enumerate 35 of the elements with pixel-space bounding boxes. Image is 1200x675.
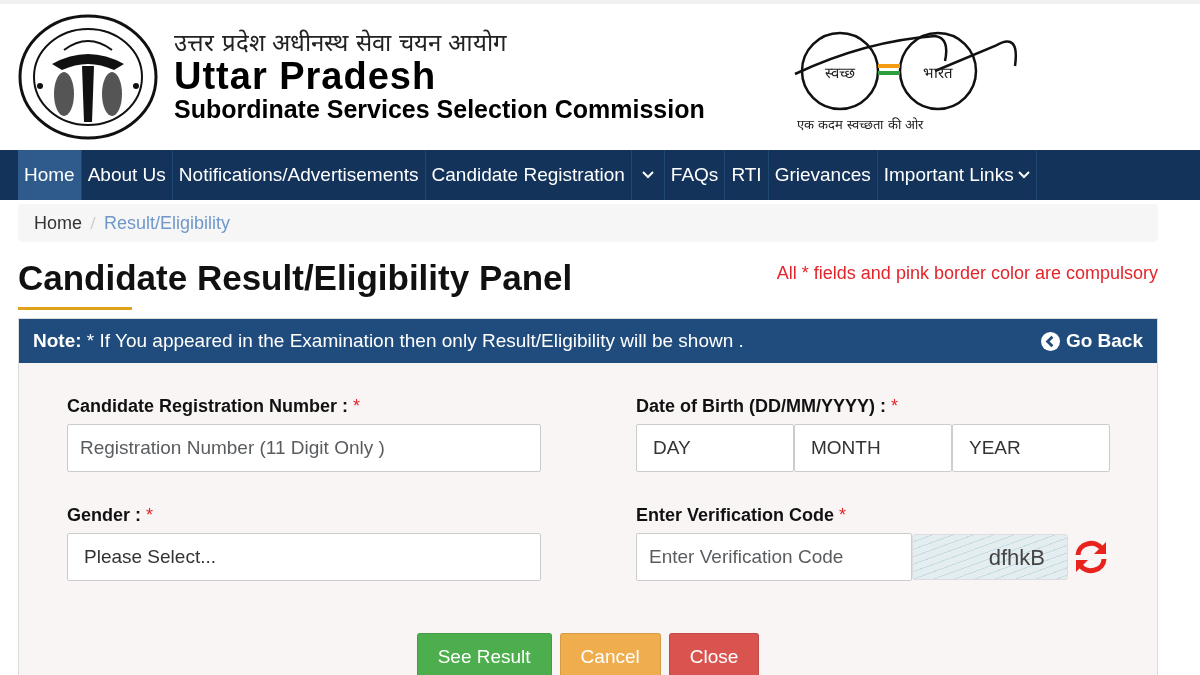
logo-tagline: एक कदम स्वच्छता की ओर [796, 117, 923, 132]
logo-word: भारत [922, 64, 953, 82]
nav-link[interactable]: About Us [81, 150, 173, 200]
field-label: Candidate Registration Number : * [67, 395, 362, 418]
captcha-image: dfhkB [912, 534, 1068, 580]
required-note: All * fields and pink border color are compulsory [776, 262, 1158, 285]
page-title: Candidate Result/Eligibility Panel [18, 260, 573, 295]
nav-link[interactable]: Home [18, 150, 82, 200]
logo-word: स्वच्छ [824, 64, 855, 82]
input-field[interactable]: Registration Number (11 Digit Only ) [67, 424, 541, 472]
nav-link[interactable]: Candidate Registration [425, 150, 632, 200]
field-label: Enter Verification Code * [636, 504, 848, 527]
select-field[interactable]: Please Select... [67, 533, 541, 581]
select-field[interactable]: MONTH [794, 424, 952, 472]
action-button[interactable]: Close [668, 633, 760, 675]
back-icon [1040, 331, 1060, 351]
select-field[interactable]: YEAR [952, 424, 1110, 472]
nav-link[interactable]: Important Links [877, 150, 1037, 200]
input-field[interactable]: Enter Verification Code [636, 533, 912, 581]
back-button[interactable]: Go Back [1040, 326, 1143, 356]
note-text: Note: * If You appeared in the Examination then only Result/Eligibility will be shown . [33, 328, 744, 353]
nav-link[interactable]: Grievances [768, 150, 878, 200]
field-label: Gender : * [67, 504, 155, 527]
site-title: Uttar Pradesh [174, 56, 438, 97]
breadcrumb-link[interactable]: Home [34, 209, 82, 237]
nav-link[interactable]: Notifications/Advertisements [172, 150, 426, 200]
breadcrumb-divider-icon [90, 216, 96, 230]
select-field[interactable]: DAY [636, 424, 794, 472]
hindi-title: उत्तर प्रदेश अधीनस्थ सेवा चयन आयोग [174, 30, 509, 57]
site-subtitle: Subordinate Services Selection Commission [174, 96, 705, 124]
caret-icon[interactable] [1017, 171, 1030, 179]
field-label: Date of Birth (DD/MM/YYYY) : * [636, 395, 899, 418]
nav-link[interactable]: FAQs [664, 150, 726, 200]
nav-link[interactable]: RTI [725, 150, 769, 200]
emblem-icon [18, 14, 158, 140]
